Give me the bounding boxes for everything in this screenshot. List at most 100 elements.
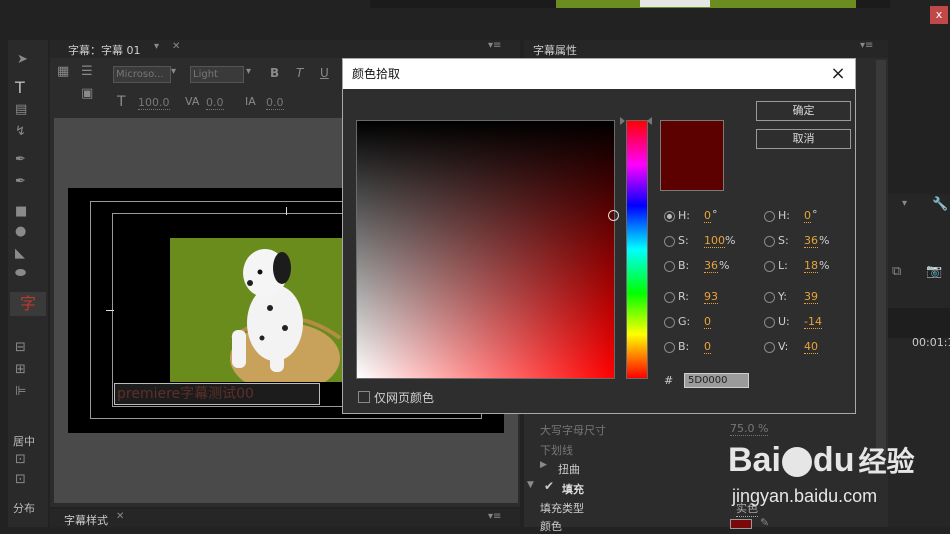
font-style-dropdown-icon[interactable]: ▾ xyxy=(246,66,251,77)
rectangle-tool-icon[interactable]: ■ xyxy=(15,204,27,219)
bold-button[interactable]: B xyxy=(270,66,279,80)
rgb-b-value[interactable]: 0 xyxy=(704,340,711,354)
yuv-v-value[interactable]: 40 xyxy=(804,340,818,354)
yuv-y-radio[interactable] xyxy=(764,292,775,303)
template-icon[interactable]: ▣ xyxy=(81,86,93,101)
properties-scrollbar[interactable] xyxy=(876,60,886,455)
panel-menu-icon[interactable]: ▾≡ xyxy=(488,40,501,51)
prop-fill-collapse-icon[interactable]: ▼ xyxy=(527,480,534,490)
leading-value[interactable]: 0.0 xyxy=(266,96,284,110)
align-icon[interactable]: ⊟ xyxy=(15,340,26,355)
center-v-icon[interactable]: ⊡ xyxy=(15,472,26,487)
hsb-b-value[interactable]: 36 xyxy=(704,259,718,273)
hsb-s-unit: % xyxy=(725,234,736,247)
camera-icon[interactable]: 📷 xyxy=(926,264,942,279)
font-family-dropdown-icon[interactable]: ▾ xyxy=(171,66,176,77)
prop-distort-expand-icon[interactable]: ▶ xyxy=(540,460,547,470)
rgb-b-radio[interactable] xyxy=(664,342,675,353)
tab-dropdown-icon[interactable]: ▾ xyxy=(154,41,159,52)
wedge-tool-icon[interactable]: ◣ xyxy=(15,246,25,261)
rgb-g-value[interactable]: 0 xyxy=(704,315,711,329)
path-text-tool-icon[interactable]: ↯ xyxy=(15,124,26,139)
export-frame-icon[interactable]: ⧉ xyxy=(892,264,901,279)
yuv-v-label: V: xyxy=(778,340,789,353)
web-colors-only-checkbox[interactable] xyxy=(358,391,370,403)
hue-slider-handle-left[interactable] xyxy=(620,117,625,125)
hsl-h-value[interactable]: 0 xyxy=(804,209,811,223)
rgb-r-label: R: xyxy=(678,290,690,303)
center-mark-top xyxy=(286,207,287,215)
style-swatch-red-text[interactable]: 字 xyxy=(10,292,46,316)
kerning-value[interactable]: 0.0 xyxy=(206,96,224,110)
far-right-dropdown-icon[interactable]: ▾ xyxy=(902,198,907,209)
hsb-b-radio[interactable] xyxy=(664,261,675,272)
hsb-s-radio[interactable] xyxy=(664,236,675,247)
styles-tab-close-icon[interactable]: ✕ xyxy=(116,511,124,522)
rounded-rect-tool-icon[interactable]: ● xyxy=(15,224,26,239)
hsl-l-value[interactable]: 18 xyxy=(804,259,818,273)
yuv-u-label: U: xyxy=(778,315,790,328)
distribute-label: 分布 xyxy=(13,502,35,515)
title-type-icon[interactable]: ▦ xyxy=(57,64,69,79)
hue-slider-handle-right[interactable] xyxy=(647,117,652,125)
center-mark-left xyxy=(106,310,114,311)
center-h-icon[interactable]: ⊡ xyxy=(15,452,26,467)
hsl-s-unit: % xyxy=(819,234,830,247)
pen-tool-icon[interactable]: ✒ xyxy=(15,152,26,167)
web-colors-only-label: 仅网页颜色 xyxy=(374,391,435,405)
hsl-l-unit: % xyxy=(819,259,830,272)
font-family-select[interactable]: Microso... xyxy=(113,66,171,83)
hsl-s-radio[interactable] xyxy=(764,236,775,247)
styles-panel-menu-icon[interactable]: ▾≡ xyxy=(488,511,501,522)
align-center-icon[interactable]: ⊞ xyxy=(15,362,26,377)
prop-color-swatch[interactable] xyxy=(730,519,752,529)
hue-slider[interactable] xyxy=(626,120,648,379)
prop-color-label: 颜色 xyxy=(540,520,562,533)
hsl-h-unit: ° xyxy=(812,208,818,221)
rgb-g-radio[interactable] xyxy=(664,317,675,328)
paw-icon xyxy=(781,447,812,478)
yuv-v-radio[interactable] xyxy=(764,342,775,353)
hsb-h-radio[interactable] xyxy=(664,211,675,222)
prop-caps-size-value[interactable]: 75.0 % xyxy=(730,422,769,436)
rgb-r-radio[interactable] xyxy=(664,292,675,303)
ellipse-tool-icon[interactable]: ⬬ xyxy=(15,266,26,281)
saturation-brightness-field[interactable] xyxy=(356,120,619,379)
rolls-icon[interactable]: ☰ xyxy=(81,64,93,79)
yuv-u-radio[interactable] xyxy=(764,317,775,328)
font-style-select[interactable]: Light xyxy=(190,66,244,83)
text-tool-icon[interactable]: T xyxy=(15,78,25,97)
hsb-h-value[interactable]: 0 xyxy=(704,209,711,223)
area-text-tool-icon[interactable]: ▤ xyxy=(15,102,27,117)
cancel-button[interactable]: 取消 xyxy=(756,129,851,149)
hsb-s-value[interactable]: 100 xyxy=(704,234,725,248)
hsl-s-value[interactable]: 36 xyxy=(804,234,818,248)
properties-panel-menu-icon[interactable]: ▾≡ xyxy=(860,40,873,51)
wrench-icon[interactable]: 🔧 xyxy=(932,197,948,212)
italic-button[interactable]: T xyxy=(296,66,303,80)
prop-fill-checkbox-icon[interactable]: ✔ xyxy=(544,479,554,493)
pen-add-tool-icon[interactable]: ✒ xyxy=(15,174,26,189)
title-styles-tab[interactable]: 字幕样式 xyxy=(64,512,108,528)
yuv-y-label: Y: xyxy=(778,290,787,303)
align-distribute-icon[interactable]: ⊫ xyxy=(15,384,26,399)
tab-close-icon[interactable]: ✕ xyxy=(172,41,180,52)
rgb-r-value[interactable]: 93 xyxy=(704,290,718,304)
video-frame-image xyxy=(170,238,342,382)
yuv-u-value[interactable]: -14 xyxy=(804,315,822,329)
dialog-close-button[interactable]: × xyxy=(827,59,849,89)
color-cursor[interactable] xyxy=(608,210,619,221)
yuv-y-value[interactable]: 39 xyxy=(804,290,818,304)
title-properties-tab[interactable]: 字幕属性 xyxy=(533,42,577,58)
hsl-l-radio[interactable] xyxy=(764,261,775,272)
underline-button[interactable]: U xyxy=(320,66,329,80)
subtitle-text-box[interactable]: premiere字幕测试00 xyxy=(114,383,320,405)
hex-input[interactable]: 5D0000 xyxy=(684,373,749,388)
select-tool-icon[interactable]: ➤ xyxy=(17,52,28,67)
center-label: 居中 xyxy=(13,435,35,448)
hsl-h-radio[interactable] xyxy=(764,211,775,222)
top-close-button[interactable]: x xyxy=(930,6,948,24)
font-size-value[interactable]: 100.0 xyxy=(138,96,170,110)
ok-button[interactable]: 确定 xyxy=(756,101,851,121)
title-editor-tab[interactable]: 字幕：字幕 01 xyxy=(68,42,141,58)
